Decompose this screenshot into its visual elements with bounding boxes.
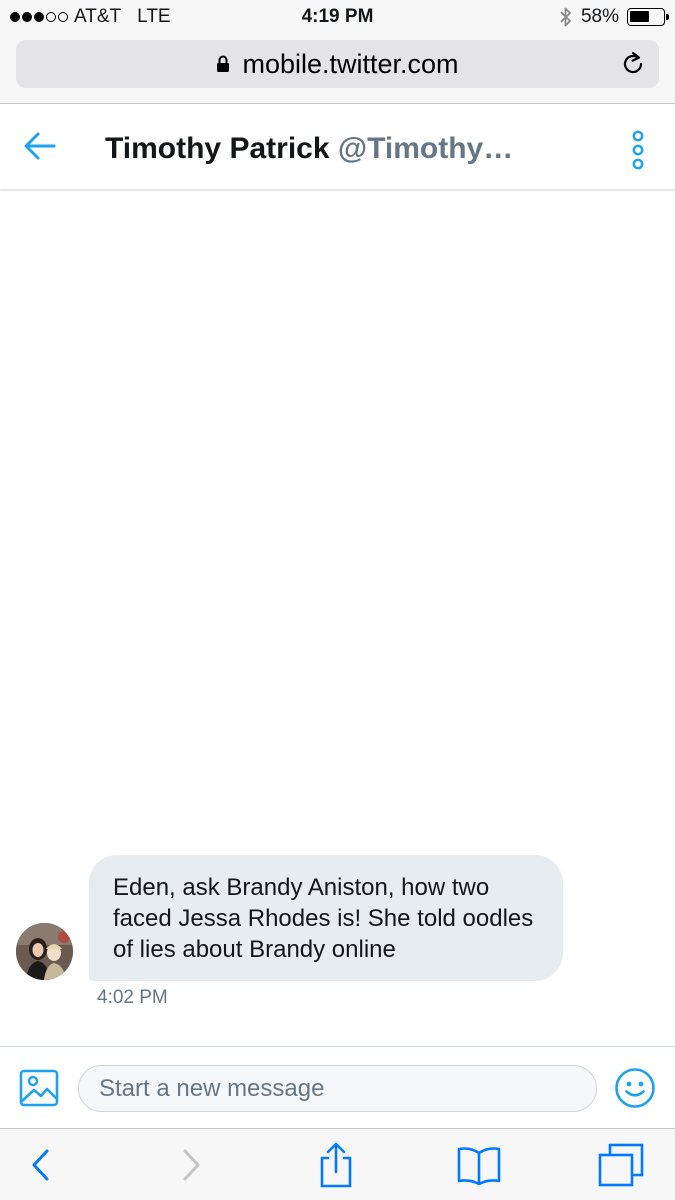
image-icon[interactable]: [19, 1068, 59, 1108]
message-timestamp: 4:02 PM: [97, 987, 168, 1008]
contact-handle: @Timothy…: [337, 132, 514, 165]
message-bubble[interactable]: Eden, ask Brandy Aniston, how two faced …: [89, 855, 563, 981]
url-text: mobile.twitter.com: [242, 48, 459, 79]
carrier-label: AT&T: [74, 6, 122, 27]
battery-percent: 58%: [580, 6, 619, 27]
safari-tabs-button[interactable]: [598, 1143, 644, 1187]
chevron-right-icon: [183, 1149, 200, 1181]
vertical-dots-icon[interactable]: [631, 130, 645, 170]
address-bar[interactable]: mobile.twitter.com: [16, 40, 659, 88]
reload-icon[interactable]: [619, 50, 647, 78]
battery-icon: [627, 8, 669, 26]
network-label: LTE: [137, 6, 171, 27]
status-left: AT&T LTE: [10, 6, 171, 28]
chevron-left-icon: [32, 1149, 49, 1181]
safari-forward-button[interactable]: [168, 1143, 214, 1187]
safari-toolbar: [0, 1128, 675, 1200]
dm-header: Timothy Patrick @Timothy…: [0, 104, 675, 190]
signal-strength-icon: [10, 12, 68, 22]
conversation-title: Timothy Patrick @Timothy…: [105, 132, 555, 166]
smiley-icon[interactable]: [614, 1067, 656, 1109]
message-composer: [0, 1046, 675, 1128]
conversation-thread[interactable]: Eden, ask Brandy Aniston, how two faced …: [0, 191, 675, 1046]
bluetooth-icon: [560, 7, 571, 27]
avatar-photo: [16, 923, 73, 980]
url-display[interactable]: mobile.twitter.com: [216, 48, 459, 80]
message-input[interactable]: [78, 1065, 597, 1112]
status-right: 58%: [559, 6, 669, 28]
book-icon: [457, 1147, 501, 1185]
safari-back-button[interactable]: [18, 1143, 64, 1187]
tabs-icon: [598, 1143, 644, 1187]
status-bar: AT&T LTE 4:19 PM 58%: [0, 0, 675, 34]
browser-address-area: mobile.twitter.com: [0, 34, 675, 104]
lock-icon: [217, 55, 230, 72]
arrow-left-icon[interactable]: [22, 130, 58, 162]
avatar[interactable]: [16, 923, 73, 980]
share-icon: [320, 1142, 352, 1188]
safari-bookmarks-button[interactable]: [456, 1143, 502, 1187]
safari-share-button[interactable]: [313, 1142, 359, 1188]
contact-name: Timothy Patrick: [105, 132, 330, 165]
